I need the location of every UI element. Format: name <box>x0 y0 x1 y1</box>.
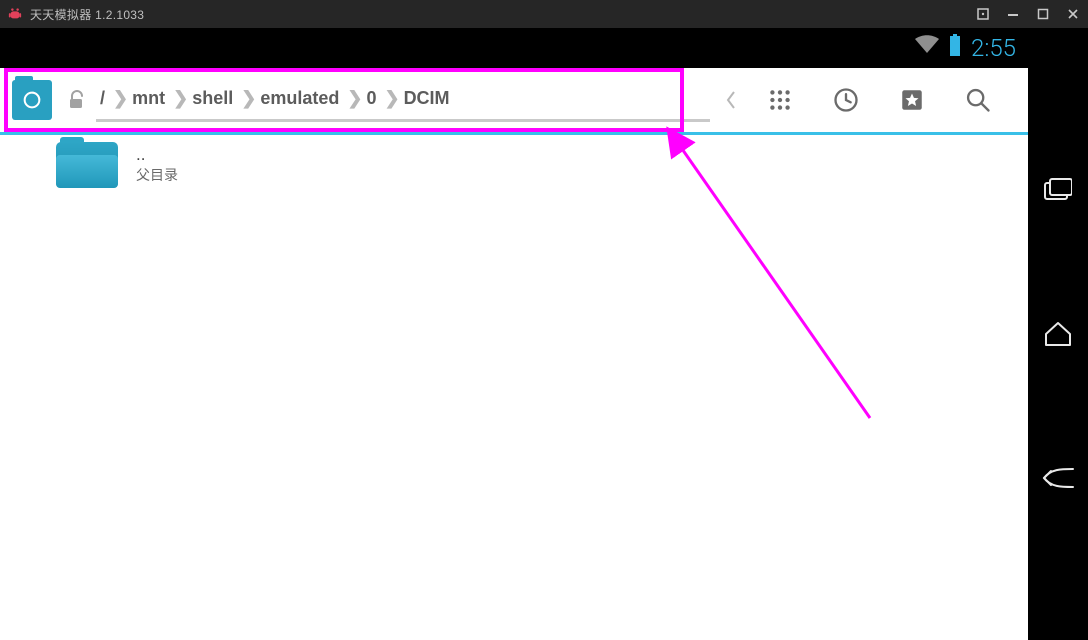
history-button[interactable] <box>814 76 878 124</box>
window-drop-target-icon[interactable] <box>968 0 998 28</box>
battery-icon <box>949 34 961 63</box>
folder-icon <box>56 142 118 188</box>
search-button[interactable] <box>946 76 1010 124</box>
parent-directory-row[interactable]: .. 父目录 <box>0 135 1028 195</box>
emulator-title: 天天模拟器 1.2.1033 <box>30 6 144 23</box>
file-list[interactable]: .. 父目录 <box>0 135 1028 640</box>
wifi-icon <box>915 34 939 62</box>
view-grid-button[interactable] <box>748 76 812 124</box>
file-manager-app: / ❯mnt ❯shell ❯emulated ❯0 ❯DCIM <box>0 68 1028 640</box>
breadcrumb-scroll-left[interactable] <box>716 90 746 110</box>
chevron-right-icon: ❯ <box>241 88 256 109</box>
crumb-mnt[interactable]: ❯mnt <box>109 88 169 109</box>
lock-icon[interactable] <box>60 88 94 112</box>
file-name: .. <box>136 145 178 165</box>
window-maximize-button[interactable] <box>1028 0 1058 28</box>
emulator-logo-icon <box>4 7 26 21</box>
chevron-right-icon: ❯ <box>113 88 128 109</box>
android-nav-bar <box>1028 28 1088 640</box>
status-clock: 2:55 <box>971 34 1016 62</box>
crumb-emulated[interactable]: ❯emulated <box>237 88 343 109</box>
nav-home-button[interactable] <box>1039 315 1077 353</box>
crumb-0[interactable]: ❯0 <box>343 88 380 109</box>
nav-back-button[interactable] <box>1039 459 1077 497</box>
file-manager-toolbar: / ❯mnt ❯shell ❯emulated ❯0 ❯DCIM <box>0 68 1028 132</box>
app-icon[interactable] <box>12 80 52 120</box>
bookmarks-button[interactable] <box>880 76 944 124</box>
emulator-titlebar: 天天模拟器 1.2.1033 <box>0 0 1088 28</box>
chevron-right-icon: ❯ <box>384 88 399 109</box>
crumb-root[interactable]: / <box>96 88 109 109</box>
chevron-right-icon: ❯ <box>347 88 362 109</box>
crumb-dcim[interactable]: ❯DCIM <box>380 88 453 109</box>
window-close-button[interactable] <box>1058 0 1088 28</box>
breadcrumb[interactable]: / ❯mnt ❯shell ❯emulated ❯0 ❯DCIM <box>96 78 710 122</box>
nav-recent-button[interactable] <box>1039 171 1077 209</box>
chevron-right-icon: ❯ <box>173 88 188 109</box>
android-status-bar: 2:55 <box>0 28 1028 68</box>
crumb-shell[interactable]: ❯shell <box>169 88 237 109</box>
window-minimize-button[interactable] <box>998 0 1028 28</box>
file-subtitle: 父目录 <box>136 165 178 185</box>
